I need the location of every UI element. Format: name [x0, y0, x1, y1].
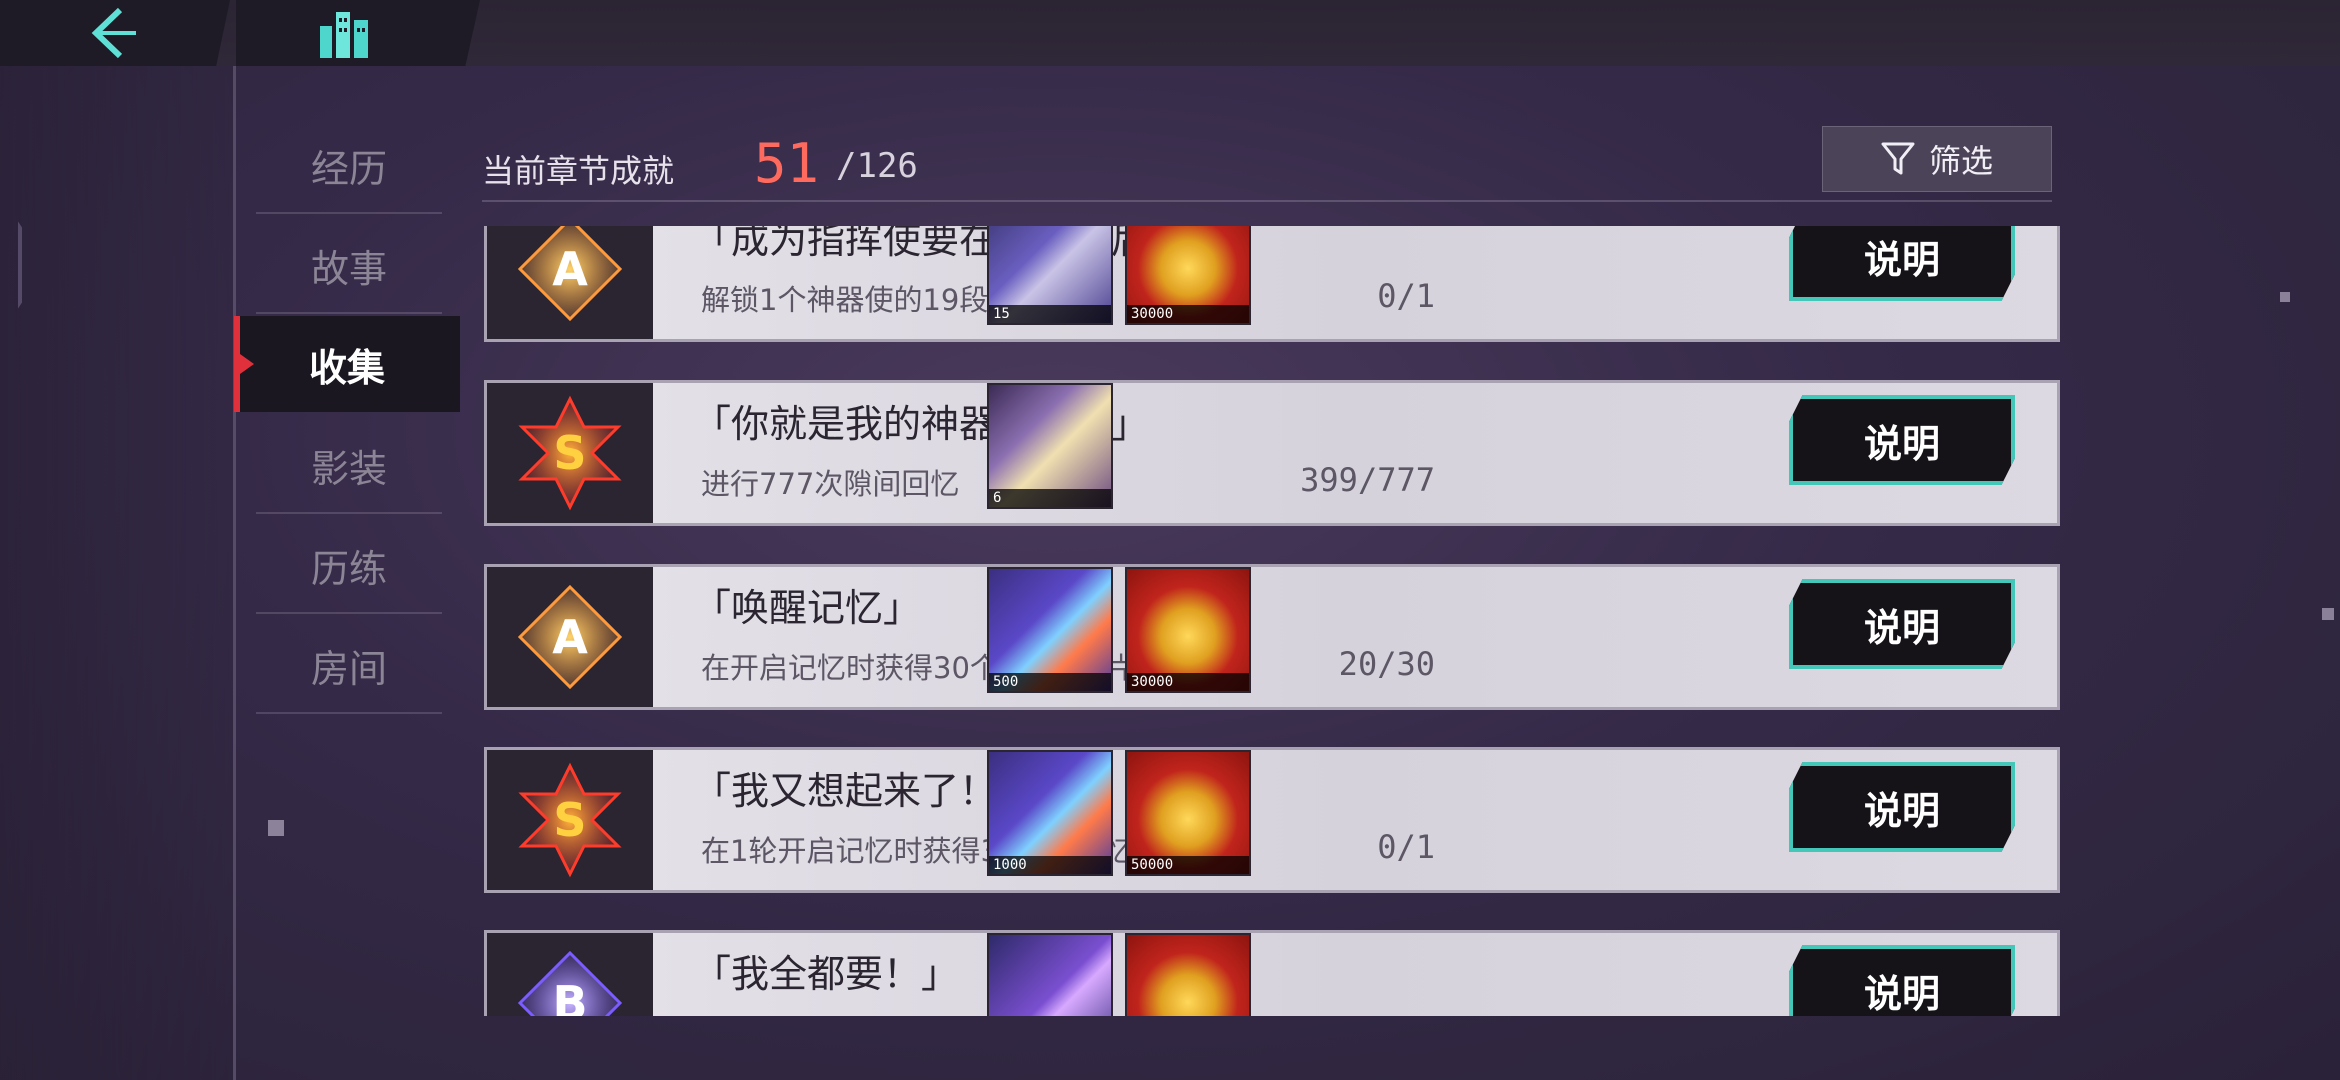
rank-letter: S — [553, 426, 587, 480]
nav-item-label: 收集 — [308, 345, 385, 390]
filter-icon — [1881, 142, 1915, 175]
achievement-row: A 「唤醒记忆」 在开启记忆时获得30个S级记忆片段 20/30 500 30000… — [484, 564, 2060, 710]
reward-quantity: 30000 — [1127, 305, 1249, 323]
reward-coins-icon[interactable]: 50000 — [1125, 750, 1251, 876]
top-bar — [0, 0, 2340, 66]
explain-button-label: 说明 — [1863, 605, 1940, 650]
rank-letter: A — [552, 610, 588, 664]
decor-speck — [268, 820, 284, 836]
rank-badge-a-icon: A — [487, 567, 653, 707]
filter-label: 筛选 — [1928, 142, 1993, 180]
nav-item-label: 故事 — [310, 246, 387, 291]
decor-speck — [2322, 608, 2334, 620]
reward-coins-icon[interactable]: 30000 — [1125, 226, 1251, 325]
decor-speck — [2280, 292, 2290, 302]
rank-badge-s-icon: S — [487, 750, 653, 890]
rank-badge-s-icon: S — [487, 383, 653, 523]
reward-fragment-icon[interactable]: 1000 — [987, 750, 1113, 876]
reward-coins-icon[interactable] — [1125, 933, 1251, 1016]
explain-button[interactable]: 说明 — [1789, 395, 2015, 485]
achievement-description: 在1轮开启记忆时获得3个S级记忆片段 — [701, 834, 1192, 868]
rank-badge-a-icon: A — [487, 226, 653, 339]
achievement-progress: 0/1 — [1377, 828, 1435, 866]
nav-item-training[interactable]: 历练 — [256, 518, 442, 614]
rank-letter: B — [552, 976, 588, 1016]
reward-quantity: 15 — [989, 305, 1111, 323]
filter-button[interactable]: 筛选 — [1822, 126, 2052, 192]
nav-item-outfit[interactable]: 影装 — [256, 418, 442, 514]
building-icon[interactable] — [316, 6, 372, 60]
explain-button-label: 说明 — [1863, 971, 1940, 1016]
nav-item-room[interactable]: 房间 — [256, 618, 442, 714]
nav-item-label: 历练 — [310, 546, 387, 591]
achievement-list[interactable]: A 「成为指挥使要在了解之后」 解锁1个神器使的19段档案 0/1 15 30000… — [484, 226, 2060, 1016]
achievement-title: 「我全都要！」 — [693, 952, 960, 996]
nav-item-label: 影装 — [310, 446, 387, 491]
reward-quantity: 50000 — [1127, 856, 1249, 874]
reward-quantity: 500 — [989, 673, 1111, 691]
nav-item-history[interactable]: 经历 — [256, 118, 442, 214]
reward-memory-ticket-icon[interactable]: 6 — [987, 383, 1113, 509]
achievement-progress: 20/30 — [1338, 645, 1435, 683]
explain-button[interactable]: 说明 — [1789, 762, 2015, 852]
achievement-progress: 399/777 — [1300, 461, 1435, 499]
reward-crystal-icon[interactable]: 15 — [987, 226, 1113, 325]
reward-fragment-icon[interactable]: 500 — [987, 567, 1113, 693]
explain-button-label: 说明 — [1863, 788, 1940, 833]
achievement-title: 「我又想起来了！」 — [693, 769, 1036, 813]
left-rail — [0, 66, 236, 1080]
achievement-row: A 「成为指挥使要在了解之后」 解锁1个神器使的19段档案 0/1 15 30000… — [484, 226, 2060, 342]
achievement-row: S 「你就是我的神器使吗？」 进行777次隙间回忆 399/777 6 说明 — [484, 380, 2060, 526]
achievement-row: B 「我全都要！」 说明 — [484, 930, 2060, 1016]
reward-quantity: 30000 — [1127, 673, 1249, 691]
chapter-achievement-label: 当前章节成就 — [482, 152, 675, 190]
reward-crystal-purple-icon[interactable] — [987, 933, 1113, 1016]
rank-letter: A — [552, 242, 588, 296]
explain-button[interactable]: 说明 — [1789, 579, 2015, 669]
achievement-count: 51 — [754, 132, 820, 195]
rank-letter: S — [553, 793, 587, 847]
nav-item-label: 经历 — [310, 146, 387, 191]
back-arrow-icon[interactable] — [60, 6, 150, 60]
achievement-description: 进行777次隙间回忆 — [701, 467, 960, 501]
nav-item-collection[interactable]: 收集 — [234, 316, 460, 412]
achievement-row: S 「我又想起来了！」在1轮开启记忆时获得3个S级记忆片段 0/1 1000 50… — [484, 747, 2060, 893]
achievement-title: 「唤醒记忆」 — [693, 586, 922, 630]
explain-button-label: 说明 — [1863, 421, 1940, 466]
reward-quantity: 1000 — [989, 856, 1111, 874]
rank-badge-b-icon: B — [487, 933, 653, 1016]
explain-button[interactable]: 说明 — [1789, 226, 2015, 301]
achievement-total: /126 — [836, 146, 918, 186]
header-divider — [482, 200, 2052, 202]
explain-button-label: 说明 — [1863, 237, 1940, 282]
reward-quantity: 6 — [989, 489, 1111, 507]
nav-item-label: 房间 — [310, 646, 387, 691]
nav-item-story[interactable]: 故事 — [256, 218, 442, 314]
explain-button[interactable]: 说明 — [1789, 945, 2015, 1016]
reward-coins-icon[interactable]: 30000 — [1125, 567, 1251, 693]
achievement-progress: 0/1 — [1377, 277, 1435, 315]
